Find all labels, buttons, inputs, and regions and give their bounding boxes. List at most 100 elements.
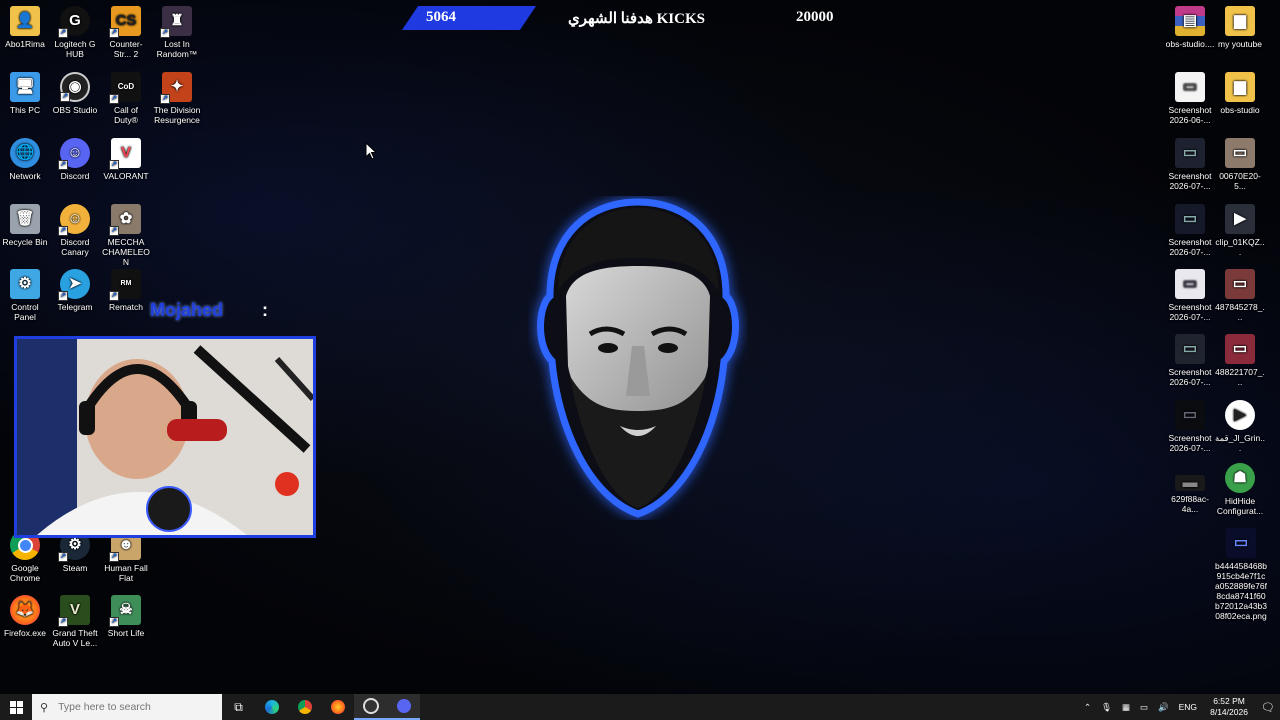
image-file-icon: ▭ xyxy=(1225,334,1255,364)
game-icon: ✿ ↗ xyxy=(109,204,141,236)
image-file-icon: ▭ xyxy=(1175,400,1205,430)
desktop-icon-obs-studio-folder[interactable]: ▆ obs-studio xyxy=(1215,72,1265,115)
desktop-icon-firefox[interactable]: 🦊 Firefox.exe xyxy=(0,595,50,638)
obs-icon xyxy=(362,698,379,714)
image-file-icon: ▭ xyxy=(1175,334,1205,364)
taskbar-obs[interactable] xyxy=(354,694,387,720)
taskbar-discord[interactable] xyxy=(387,694,420,720)
desktop: 👤 Abo1Rima G ↗ Logitech G HUB CS ↗ Counter… xyxy=(0,0,1280,694)
desktop-icon-telegram[interactable]: ➤ ↗ Telegram xyxy=(50,269,100,312)
goal-target-count: 20000 xyxy=(796,9,834,25)
bearded-man-avatar-artwork xyxy=(537,198,739,518)
task-view-icon: ⧉ xyxy=(234,699,243,714)
control-panel-icon: ⚙ xyxy=(10,269,40,299)
desktop-icon-division[interactable]: ✦ ↗ The Division Resurgence xyxy=(152,72,202,125)
desktop-icon-screenshot-5[interactable]: ▭ Screenshot 2026-07-... xyxy=(1165,334,1215,387)
desktop-icon-gta[interactable]: V ↗ Grand Theft Auto V Le... xyxy=(50,595,100,648)
notification-icon[interactable]: 🗨 xyxy=(1261,701,1275,714)
network-icon: 🌐 xyxy=(10,138,40,168)
gta-icon: V ↗ xyxy=(58,595,90,627)
division-icon: ✦ ↗ xyxy=(160,72,192,104)
firefox-icon: 🦊 xyxy=(10,595,40,625)
display-icon[interactable]: ▭ xyxy=(1140,702,1148,713)
taskbar-chrome[interactable] xyxy=(288,694,321,720)
video-file-icon: ▶ xyxy=(1225,400,1255,430)
desktop-icon-this-pc[interactable]: 🖥 This PC xyxy=(0,72,50,115)
video-file-icon: ▶ xyxy=(1225,204,1255,234)
hidhide-icon: ☗ xyxy=(1225,463,1255,493)
start-button[interactable] xyxy=(0,694,32,720)
desktop-icon-discord-canary[interactable]: ☺ ↗ Discord Canary xyxy=(50,204,100,257)
goal-current-count: 5064 xyxy=(426,9,456,25)
desktop-icon-valorant[interactable]: V ↗ VALORANT xyxy=(101,138,151,181)
language-indicator[interactable]: ENG xyxy=(1179,702,1197,712)
computer-icon: 🖥 xyxy=(10,72,40,102)
task-view-button[interactable]: ⧉ xyxy=(222,694,255,720)
streamer-name: Mojahed xyxy=(150,300,224,320)
desktop-icon-screenshot-1[interactable]: ▭ Screenshot 2026-06-... xyxy=(1165,72,1215,125)
image-file-icon: ▭ xyxy=(1226,528,1256,558)
image-file-icon: ▭ xyxy=(1175,72,1205,102)
chevron-up-icon[interactable]: ⌃ xyxy=(1084,702,1091,713)
desktop-icon-487845278[interactable]: ▭ 487845278_... xyxy=(1215,269,1265,322)
desktop-icon-qimma-grin[interactable]: ▶ قمة_Jl_Grin... xyxy=(1215,400,1265,453)
desktop-icon-control-panel[interactable]: ⚙ Control Panel xyxy=(0,269,50,322)
desktop-icon-short-life[interactable]: ☠ ↗ Short Life xyxy=(101,595,151,638)
game-icon: ☠ ↗ xyxy=(109,595,141,627)
search-input[interactable] xyxy=(56,700,221,714)
stream-goal-overlay: 5064 هدفنا الشهري KICKS 20000 xyxy=(0,0,1280,36)
desktop-icon-network[interactable]: 🌐 Network xyxy=(0,138,50,181)
desktop-icon-screenshot-6[interactable]: ▭ Screenshot 2026-07-... xyxy=(1165,400,1215,453)
speaker-icon[interactable]: 🔊 xyxy=(1158,702,1169,713)
taskbar-firefox[interactable] xyxy=(321,694,354,720)
chrome-icon xyxy=(297,700,312,714)
discord-icon: ☺ ↗ xyxy=(58,138,90,170)
desktop-icon-meccha-chameleon[interactable]: ✿ ↗ MECCHA CHAMELEON xyxy=(101,204,151,267)
desktop-icon-screenshot-4[interactable]: ▭ Screenshot 2026-07-... xyxy=(1165,269,1215,322)
taskbar: ⚲ ⧉ ⌃ 🎙 ▦ ▭ 🔊 ENG 6:52 PM 8/14/2026 🗨 xyxy=(0,694,1280,720)
image-file-icon: ▭ xyxy=(1175,269,1205,299)
desktop-icon-screenshot-3[interactable]: ▭ Screenshot 2026-07-... xyxy=(1165,204,1215,257)
desktop-icon-629f88ac[interactable]: ▬ 629f88ac-4a... xyxy=(1165,475,1215,514)
streamer-name-separator: : xyxy=(262,300,268,320)
image-file-icon: ▭ xyxy=(1225,269,1255,299)
windows-icon xyxy=(9,700,23,714)
clock-date: 8/14/2026 xyxy=(1210,707,1248,717)
system-tray: ⌃ 🎙 ▦ ▭ 🔊 ENG 6:52 PM 8/14/2026 🗨 xyxy=(1079,694,1280,720)
microphone-icon[interactable]: 🎙 xyxy=(1101,702,1112,713)
mouse-cursor-icon xyxy=(365,142,377,160)
edge-icon xyxy=(264,700,279,714)
webcam-overlay xyxy=(14,336,316,538)
discord-canary-icon: ☺ ↗ xyxy=(58,204,90,236)
image-file-icon: ▭ xyxy=(1175,138,1205,168)
goal-title: هدفنا الشهري KICKS xyxy=(568,11,705,27)
desktop-icon-screenshot-2[interactable]: ▭ Screenshot 2026-07-... xyxy=(1165,138,1215,191)
obs-icon: ◉ ↗ xyxy=(60,72,90,102)
clock[interactable]: 6:52 PM 8/14/2026 xyxy=(1206,696,1252,718)
image-file-icon: ▬ xyxy=(1175,475,1205,491)
discord-icon xyxy=(396,699,411,713)
image-file-icon: ▭ xyxy=(1175,204,1205,234)
desktop-icon-discord[interactable]: ☺ ↗ Discord xyxy=(50,138,100,181)
desktop-icon-clip[interactable]: ▶ clip_01KQZ... xyxy=(1215,204,1265,257)
goal-progress-box xyxy=(402,6,536,30)
call-of-duty-icon: CoD ↗ xyxy=(109,72,141,104)
desktop-icon-call-of-duty[interactable]: CoD ↗ Call of Duty® xyxy=(101,72,151,125)
search-icon: ⚲ xyxy=(40,701,49,714)
webcam-feed xyxy=(17,339,313,535)
desktop-icon-00670e20[interactable]: ▭ 00670E20-5... xyxy=(1215,138,1265,191)
image-file-icon: ▭ xyxy=(1225,138,1255,168)
rematch-icon: RM ↗ xyxy=(109,269,141,301)
taskbar-edge[interactable] xyxy=(255,694,288,720)
firefox-icon xyxy=(330,700,345,714)
taskbar-search-box[interactable]: ⚲ xyxy=(32,694,222,720)
desktop-icon-obs[interactable]: ◉ ↗ OBS Studio xyxy=(50,72,100,115)
desktop-icon-b444458468b[interactable]: ▭ b444458468b915cb4e7f1ca052889fe76f8cda… xyxy=(1215,528,1267,621)
recycle-bin-icon: 🗑 xyxy=(10,204,40,234)
desktop-icon-recycle-bin[interactable]: 🗑 Recycle Bin xyxy=(0,204,50,247)
desktop-icon-hidhide[interactable]: ☗ HidHide Configurat... xyxy=(1215,463,1265,516)
valorant-icon: V ↗ xyxy=(109,138,141,170)
desktop-icon-488221707[interactable]: ▭ 488221707_... xyxy=(1215,334,1265,387)
desktop-icon-rematch[interactable]: RM ↗ Rematch xyxy=(101,269,151,312)
network-tray-icon[interactable]: ▦ xyxy=(1122,702,1130,713)
